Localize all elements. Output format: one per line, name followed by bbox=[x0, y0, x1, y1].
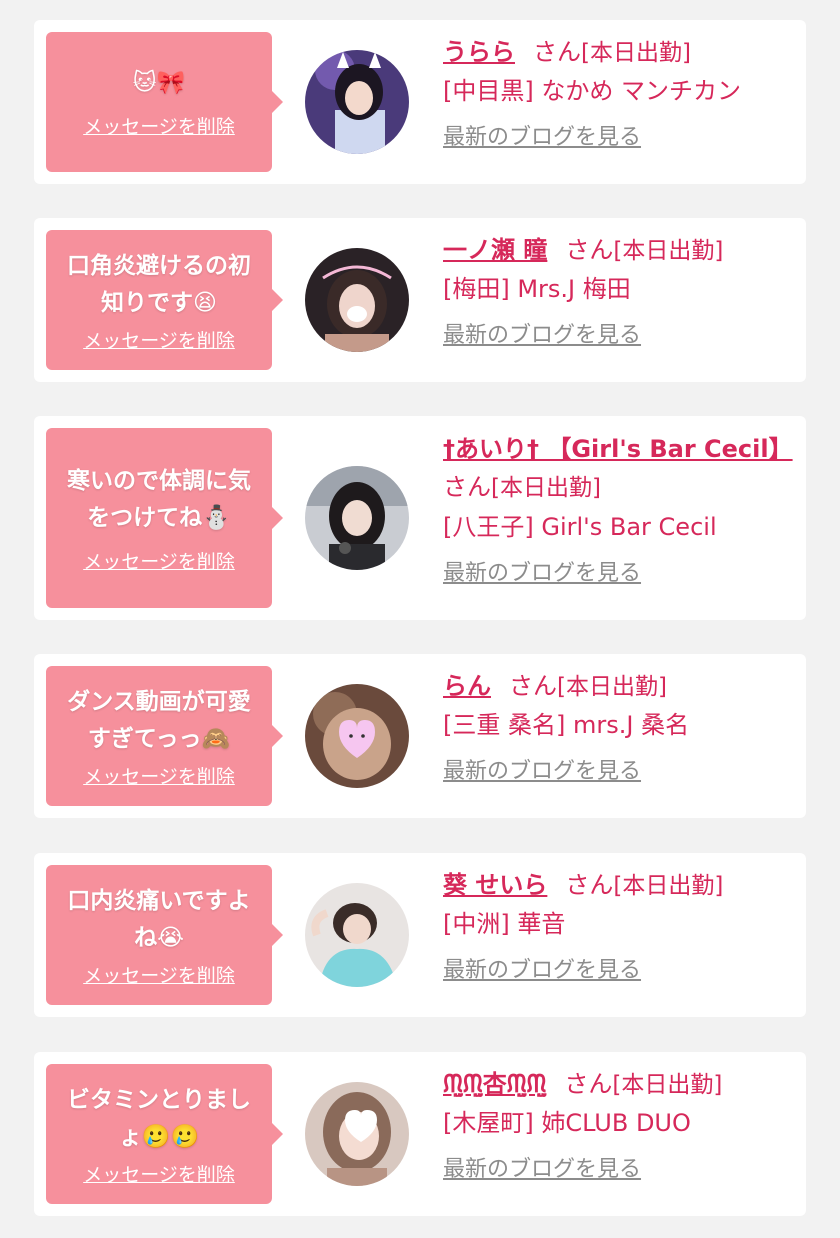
status-badge: [本日出勤] bbox=[491, 475, 601, 501]
status-badge: [本日出勤] bbox=[613, 238, 724, 264]
shop-name: [八王子] Girl's Bar Cecil bbox=[443, 513, 717, 541]
avatar-photo bbox=[305, 883, 409, 987]
honorific: さん bbox=[509, 672, 557, 700]
cast-name-link[interactable]: 葵 せいら bbox=[443, 871, 547, 899]
blog-link[interactable]: 最新のブログを見る bbox=[443, 317, 641, 349]
honorific: さん bbox=[565, 871, 614, 899]
delete-message-link[interactable]: メッセージを削除 bbox=[83, 961, 235, 988]
blog-link[interactable]: 最新のブログを見る bbox=[443, 952, 641, 984]
avatar-photo bbox=[305, 684, 409, 788]
avatar-photo bbox=[305, 1082, 409, 1186]
message-text: 口角炎避けるの初知りです😫 bbox=[67, 252, 251, 316]
delete-message-link[interactable]: メッセージを削除 bbox=[83, 762, 235, 789]
delete-message-link[interactable]: メッセージを削除 bbox=[83, 547, 235, 574]
status-badge: [本日出勤] bbox=[613, 873, 724, 899]
message-text: 口内炎痛いですよね😭 bbox=[67, 887, 251, 951]
avatar[interactable] bbox=[305, 1082, 409, 1186]
blog-link[interactable]: 最新のブログを見る bbox=[443, 1151, 641, 1183]
cast-name-link[interactable]: 一ノ瀬 瞳 bbox=[443, 236, 547, 264]
blog-link[interactable]: 最新のブログを見る bbox=[443, 119, 641, 151]
cast-name-link[interactable]: らん bbox=[443, 672, 491, 700]
status-badge: [本日出勤] bbox=[557, 674, 667, 700]
avatar[interactable] bbox=[305, 883, 409, 987]
message-card: 寒いので体調に気をつけてね⛄ メッセージを削除 †あいり† 【Girl's Ba… bbox=[34, 416, 806, 620]
cast-info: うらら さん[本日出勤] [中目黒] なかめ マンチカン 最新のブログを見る bbox=[443, 34, 793, 151]
cast-info: †あいり† 【Girl's Bar Cecil】さん[本日出勤] [八王子] G… bbox=[443, 430, 793, 587]
honorific: さん bbox=[533, 38, 581, 66]
message-bubble: 寒いので体調に気をつけてね⛄ メッセージを削除 bbox=[46, 428, 272, 608]
message-bubble: ビタミンとりましょ🥲🥲 メッセージを削除 bbox=[46, 1064, 272, 1204]
message-text: ダンス動画が可愛すぎてっっ🙈 bbox=[67, 688, 251, 752]
cast-info: ᙏ̤̫ᙏ̤̫杏ᙏ̤̫ᙏ̤̫ さん[本日出勤] [木屋町] 姉CLUB DUO 最新… bbox=[443, 1066, 793, 1183]
message-text: 🐱🎀 bbox=[132, 70, 186, 96]
message-card: 口内炎痛いですよね😭 メッセージを削除 葵 せいら さん[本日出勤] [中洲] 華… bbox=[34, 853, 806, 1017]
avatar[interactable] bbox=[305, 50, 409, 154]
cast-info: 葵 せいら さん[本日出勤] [中洲] 華音 最新のブログを見る bbox=[443, 867, 793, 984]
blog-link[interactable]: 最新のブログを見る bbox=[443, 555, 641, 587]
shop-name: [木屋町] 姉CLUB DUO bbox=[443, 1109, 691, 1137]
avatar[interactable] bbox=[305, 466, 409, 570]
message-card: 🐱🎀 メッセージを削除 うらら さん[本日出勤] [中目黒] なかめ マンチカン … bbox=[34, 20, 806, 184]
message-card: ダンス動画が可愛すぎてっっ🙈 メッセージを削除 らん さん[本日出勤] [三重 桑… bbox=[34, 654, 806, 818]
honorific: さん bbox=[443, 473, 491, 501]
cast-info: らん さん[本日出勤] [三重 桑名] mrs.J 桑名 最新のブログを見る bbox=[443, 668, 793, 785]
honorific: さん bbox=[564, 1070, 613, 1098]
delete-message-link[interactable]: メッセージを削除 bbox=[83, 1160, 235, 1187]
cast-name-link[interactable]: うらら bbox=[443, 38, 515, 66]
delete-message-link[interactable]: メッセージを削除 bbox=[83, 112, 235, 139]
avatar-photo bbox=[305, 50, 409, 154]
cast-name-link[interactable]: ᙏ̤̫ᙏ̤̫杏ᙏ̤̫ᙏ̤̫ bbox=[443, 1070, 546, 1098]
message-card: ビタミンとりましょ🥲🥲 メッセージを削除 ᙏ̤̫ᙏ̤̫杏ᙏ̤̫ᙏ̤̫ さん[本日出… bbox=[34, 1052, 806, 1216]
message-bubble: 口角炎避けるの初知りです😫 メッセージを削除 bbox=[46, 230, 272, 370]
shop-name: [梅田] Mrs.J 梅田 bbox=[443, 275, 631, 303]
message-bubble: 口内炎痛いですよね😭 メッセージを削除 bbox=[46, 865, 272, 1005]
shop-name: [三重 桑名] mrs.J 桑名 bbox=[443, 711, 690, 739]
avatar-photo bbox=[305, 466, 409, 570]
avatar[interactable] bbox=[305, 684, 409, 788]
status-badge: [本日出勤] bbox=[612, 1072, 723, 1098]
shop-name: [中洲] 華音 bbox=[443, 910, 566, 938]
avatar-photo bbox=[305, 248, 409, 352]
cast-info: 一ノ瀬 瞳さん[本日出勤] [梅田] Mrs.J 梅田 最新のブログを見る bbox=[443, 232, 793, 349]
blog-link[interactable]: 最新のブログを見る bbox=[443, 753, 641, 785]
message-card: 口角炎避けるの初知りです😫 メッセージを削除 一ノ瀬 瞳さん[本日出勤] [梅田… bbox=[34, 218, 806, 382]
status-badge: [本日出勤] bbox=[581, 40, 691, 66]
avatar[interactable] bbox=[305, 248, 409, 352]
message-bubble: ダンス動画が可愛すぎてっっ🙈 メッセージを削除 bbox=[46, 666, 272, 806]
cast-name-link[interactable]: †あいり† 【Girl's Bar Cecil】 bbox=[443, 435, 793, 463]
message-bubble: 🐱🎀 メッセージを削除 bbox=[46, 32, 272, 172]
message-text: 寒いので体調に気をつけてね⛄ bbox=[67, 467, 251, 531]
honorific: さん bbox=[565, 236, 614, 264]
shop-name: [中目黒] なかめ マンチカン bbox=[443, 77, 741, 105]
message-text: ビタミンとりましょ🥲🥲 bbox=[67, 1086, 251, 1150]
delete-message-link[interactable]: メッセージを削除 bbox=[83, 326, 235, 353]
